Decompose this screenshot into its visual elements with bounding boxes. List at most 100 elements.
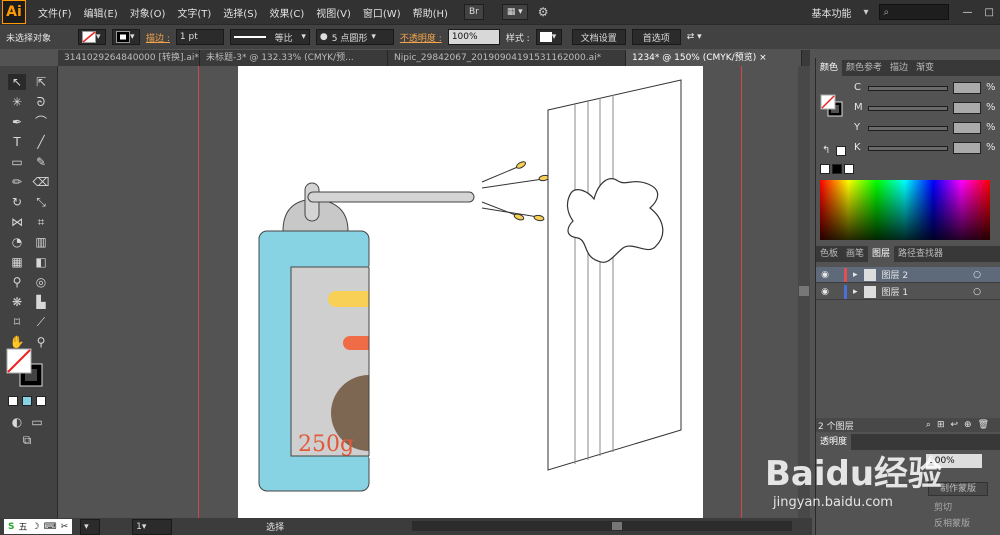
menu-object[interactable]: 对象(O) bbox=[124, 5, 172, 20]
gradient-mode-icon[interactable] bbox=[22, 396, 32, 406]
fill-stroke-indicator[interactable] bbox=[6, 348, 48, 392]
gpu-performance-icon[interactable]: ⚙ bbox=[538, 5, 549, 19]
layer-actions-icon[interactable]: ⌕⊞↩⊕🗑 bbox=[926, 420, 995, 430]
rectangle-tool-icon[interactable]: ▭ bbox=[8, 154, 26, 170]
layer-row[interactable]: ◉ ▸ 图层 2 ○ bbox=[816, 267, 1000, 283]
curvature-tool-icon[interactable]: ⌒ bbox=[32, 114, 50, 130]
search-input[interactable]: ⌕ bbox=[878, 4, 949, 20]
preferences-button[interactable]: 首选项 bbox=[631, 29, 681, 45]
selection-tool-icon[interactable]: ↖ bbox=[8, 74, 26, 90]
slider-c[interactable] bbox=[868, 86, 948, 91]
pen-tool-icon[interactable]: ✒ bbox=[8, 114, 26, 130]
maximize-icon[interactable]: □ bbox=[979, 7, 1000, 18]
horizontal-scrollbar[interactable] bbox=[412, 521, 792, 531]
black-swatch[interactable] bbox=[832, 164, 842, 174]
slice-tool-icon[interactable]: ⟋ bbox=[32, 314, 50, 330]
menu-edit[interactable]: 编辑(E) bbox=[78, 5, 124, 20]
layer-row[interactable]: ◉ ▸ 图层 1 ○ bbox=[816, 284, 1000, 300]
tab-doc-1[interactable]: 3141029264840000 [转换].ai* bbox=[58, 50, 200, 66]
magic-wand-tool-icon[interactable]: ✳ bbox=[8, 94, 26, 110]
menu-help[interactable]: 帮助(H) bbox=[407, 5, 454, 20]
tab-color[interactable]: 颜色 bbox=[816, 60, 843, 76]
lasso-tool-icon[interactable]: ᘐ bbox=[32, 94, 50, 110]
scroll-thumb[interactable] bbox=[799, 286, 809, 296]
canvas-area[interactable]: 250g bbox=[58, 66, 810, 518]
shape-builder-tool-icon[interactable]: ◔ bbox=[8, 234, 26, 250]
tab-color-guide[interactable]: 颜色参考 bbox=[842, 60, 886, 76]
scale-tool-icon[interactable]: ⤡ bbox=[32, 194, 50, 210]
last-color-swatch[interactable] bbox=[836, 146, 846, 156]
blend-tool-icon[interactable]: ◎ bbox=[32, 274, 50, 290]
out-of-gamut-icon[interactable]: ↰ bbox=[822, 145, 830, 156]
target-icon[interactable]: ○ bbox=[973, 270, 981, 280]
graphic-style-swatch[interactable]: ▾ bbox=[535, 29, 562, 45]
expand-arrow-icon[interactable]: ▸ bbox=[853, 287, 858, 297]
color-spectrum[interactable] bbox=[820, 180, 990, 240]
menu-type[interactable]: 文字(T) bbox=[171, 5, 217, 20]
brush-definition[interactable]: ● 5 点圆形 ▾ bbox=[315, 29, 394, 45]
eye-icon[interactable]: ◉ bbox=[816, 287, 834, 297]
color-fill-stroke-icon[interactable] bbox=[820, 94, 844, 118]
document-setup-button[interactable]: 文档设置 bbox=[571, 29, 626, 45]
layer-name[interactable]: 图层 2 bbox=[882, 268, 909, 281]
stroke-label[interactable]: 描边 : bbox=[146, 31, 170, 44]
arrange-documents-icon[interactable]: ▦ ▾ bbox=[501, 4, 528, 20]
symbol-sprayer-tool-icon[interactable]: ❋ bbox=[8, 294, 26, 310]
mesh-tool-icon[interactable]: ▦ bbox=[8, 254, 26, 270]
color-mode-icon[interactable] bbox=[8, 396, 18, 406]
bridge-button[interactable]: Br bbox=[463, 4, 484, 20]
tab-swatches[interactable]: 色板 bbox=[816, 246, 842, 262]
menu-window[interactable]: 窗口(W) bbox=[357, 5, 407, 20]
minimize-icon[interactable]: — bbox=[957, 7, 979, 18]
value-y[interactable] bbox=[953, 122, 981, 134]
opacity-field[interactable]: 100% bbox=[447, 29, 500, 45]
tab-pathfinder[interactable]: 路径查找器 bbox=[894, 246, 947, 262]
paintbrush-tool-icon[interactable]: ✎ bbox=[32, 154, 50, 170]
menu-effect[interactable]: 效果(C) bbox=[263, 5, 310, 20]
column-graph-tool-icon[interactable]: ▙ bbox=[32, 294, 50, 310]
arrange-icon[interactable]: ⇄ ▾ bbox=[687, 32, 702, 42]
stroke-weight-field[interactable]: 1 pt bbox=[175, 29, 224, 45]
width-tool-icon[interactable]: ⋈ bbox=[8, 214, 26, 230]
menu-file[interactable]: 文件(F) bbox=[32, 5, 78, 20]
menu-view[interactable]: 视图(V) bbox=[310, 5, 357, 20]
rotate-tool-icon[interactable]: ↻ bbox=[8, 194, 26, 210]
expand-arrow-icon[interactable]: ▸ bbox=[853, 270, 858, 280]
invert-mask-checkbox-label[interactable]: 反相蒙版 bbox=[934, 516, 970, 529]
ime-toolbar[interactable]: S 五 ☽ ⌨ ✂ bbox=[4, 519, 73, 534]
tab-doc-active[interactable]: 1234* @ 150% (CMYK/预览) × bbox=[626, 50, 802, 66]
tab-gradient[interactable]: 渐变 bbox=[912, 60, 938, 76]
zoom-dropdown[interactable]: ▾ bbox=[80, 518, 101, 535]
target-icon[interactable]: ○ bbox=[973, 287, 981, 297]
artboard-tool-icon[interactable]: ⌑ bbox=[8, 314, 26, 330]
screen-mode-icon[interactable]: ▭ bbox=[28, 414, 46, 430]
scroll-thumb[interactable] bbox=[612, 522, 622, 530]
change-screen-mode-icon[interactable]: ⧉ bbox=[18, 432, 36, 448]
tab-brushes[interactable]: 画笔 bbox=[842, 246, 868, 262]
stroke-swatch[interactable]: ▾ bbox=[112, 29, 140, 45]
eyedropper-tool-icon[interactable]: ⚲ bbox=[8, 274, 26, 290]
menu-select[interactable]: 选择(S) bbox=[217, 5, 263, 20]
eye-icon[interactable]: ◉ bbox=[816, 270, 834, 280]
slider-k[interactable] bbox=[868, 146, 948, 151]
type-tool-icon[interactable]: T bbox=[8, 134, 26, 150]
fill-swatch[interactable]: ▾ bbox=[78, 29, 106, 45]
variable-width-profile[interactable]: 等比 ▾ bbox=[229, 29, 310, 45]
perspective-grid-tool-icon[interactable]: ▥ bbox=[32, 234, 50, 250]
eraser-tool-icon[interactable]: ⌫ bbox=[32, 174, 50, 190]
none-mode-icon[interactable] bbox=[36, 396, 46, 406]
value-k[interactable] bbox=[953, 142, 981, 154]
slider-y[interactable] bbox=[868, 126, 948, 131]
artboard[interactable]: 250g bbox=[238, 66, 703, 518]
tab-stroke[interactable]: 描边 bbox=[886, 60, 912, 76]
value-m[interactable] bbox=[953, 102, 981, 114]
white-swatch[interactable] bbox=[844, 164, 854, 174]
tab-doc-3[interactable]: Nipic_29842067_20190904191531162000.ai* bbox=[388, 50, 626, 66]
line-tool-icon[interactable]: ╱ bbox=[32, 134, 50, 150]
pencil-tool-icon[interactable]: ✏ bbox=[8, 174, 26, 190]
page-field[interactable]: 1 ▾ bbox=[132, 518, 173, 535]
draw-mode-icon[interactable]: ◐ bbox=[8, 414, 26, 430]
free-transform-tool-icon[interactable]: ⌗ bbox=[32, 214, 50, 230]
close-icon[interactable]: × bbox=[759, 53, 767, 63]
gradient-tool-icon[interactable]: ◧ bbox=[32, 254, 50, 270]
